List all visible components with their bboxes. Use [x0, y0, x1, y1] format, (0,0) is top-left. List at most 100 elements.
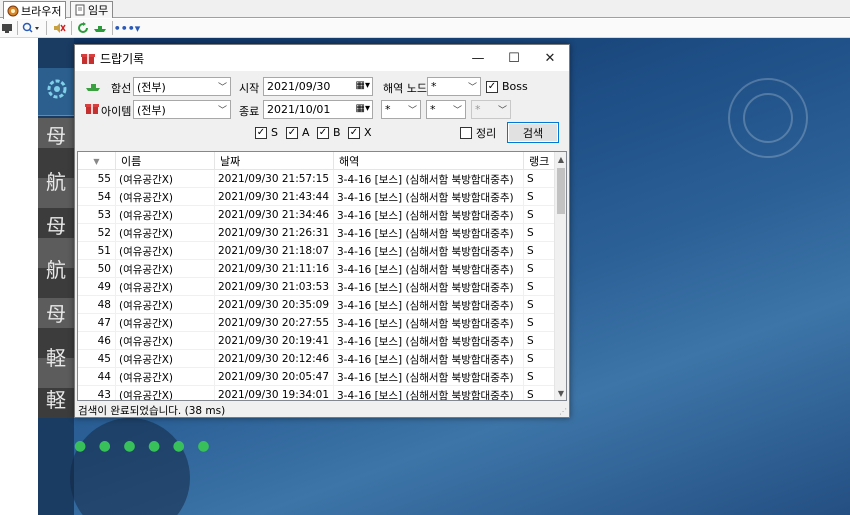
table-row[interactable]: 44 (여유공간X) 2021/09/30 20:05:47 3-4-16 [보스] … [78, 368, 555, 386]
checkbox-box: ✓ [317, 126, 329, 139]
vertical-scrollbar[interactable]: ▲ ▼ [554, 152, 566, 400]
area-node-select: * ﹀ [471, 100, 511, 119]
rank-a-checkbox[interactable]: ✓ A [286, 126, 310, 139]
table-row[interactable]: 50 (여유공간X) 2021/09/30 21:11:16 3-4-16 [보스] … [78, 260, 555, 278]
kanji-label: 軽 [46, 388, 66, 412]
table-row[interactable]: 48 (여유공간X) 2021/09/30 20:35:09 3-4-16 [보스] … [78, 296, 555, 314]
table-row[interactable]: 45 (여유공간X) 2021/09/30 20:12:46 3-4-16 [보스] … [78, 350, 555, 368]
rank-b-checkbox[interactable]: ✓ B [317, 126, 341, 139]
zoom-icon[interactable] [21, 20, 43, 36]
resize-grip-icon[interactable]: ⋰ [559, 407, 567, 416]
cell-name: (여유공간X) [116, 368, 215, 386]
scroll-up-icon[interactable]: ▲ [555, 152, 566, 166]
rank-a-label: A [302, 126, 310, 139]
browser-icon [7, 5, 19, 17]
boss-label: Boss [502, 80, 528, 93]
area-world-select[interactable]: * ﹀ [381, 100, 421, 119]
toolbar: •••▾ [0, 19, 850, 38]
ship-select[interactable]: (전부) ﹀ [133, 77, 231, 96]
arrange-label: 정리 [476, 127, 497, 140]
column-header-rank[interactable]: 랭크 [524, 152, 555, 170]
screen-icon[interactable] [0, 20, 14, 36]
table-row[interactable]: 55 (여유공간X) 2021/09/30 21:57:15 3-4-16 [보스] … [78, 170, 555, 188]
area-world-value: * [385, 103, 391, 116]
node-select[interactable]: * ﹀ [427, 77, 481, 96]
maximize-button[interactable]: ☐ [497, 45, 531, 71]
table-row[interactable]: 53 (여유공간X) 2021/09/30 21:34:46 3-4-16 [보스] … [78, 206, 555, 224]
ship-label: 함선 [111, 82, 132, 95]
table-row[interactable]: 46 (여유공간X) 2021/09/30 20:19:41 3-4-16 [보스] … [78, 332, 555, 350]
boss-checkbox[interactable]: ✓ Boss [486, 80, 528, 93]
area-map-value: * [430, 103, 436, 116]
cell-area: 3-4-16 [보스] (심해서함 북방함대중추) [334, 278, 524, 296]
item-select-value: (전부) [137, 103, 166, 117]
chevron-down-icon: ﹀ [467, 83, 477, 93]
column-header-name[interactable]: 이름 [116, 152, 215, 170]
table-row[interactable]: 52 (여유공간X) 2021/09/30 21:26:31 3-4-16 [보스] … [78, 224, 555, 242]
cell-area: 3-4-16 [보스] (심해서함 북방함대중추) [334, 260, 524, 278]
end-date-picker[interactable]: 2021/10/01 ▦▾ [263, 100, 373, 119]
cell-rank: S [524, 278, 555, 296]
toolbar-separator [71, 21, 72, 35]
column-header-area[interactable]: 해역 [334, 152, 524, 170]
minimize-button[interactable]: — [461, 45, 495, 71]
fleet-kanji-column: 母 航 母 航 母 軽 軽 [38, 118, 74, 418]
table-row[interactable]: 43 (여유공간X) 2021/09/30 19:34:01 3-4-16 [보스] … [78, 386, 555, 400]
progress-dots: ● ● ● ● ● ● [74, 438, 214, 454]
toolbar-separator [17, 21, 18, 35]
cell-area: 3-4-16 [보스] (심해서함 북방함대중추) [334, 242, 524, 260]
cell-area: 3-4-16 [보스] (심해서함 북방함대중추) [334, 188, 524, 206]
cell-rank: S [524, 206, 555, 224]
chevron-down-icon: ﹀ [217, 83, 227, 93]
cell-number: 54 [78, 188, 116, 206]
rank-b-label: B [333, 126, 341, 139]
cell-date: 2021/09/30 20:19:41 [215, 332, 334, 350]
table-row[interactable]: 54 (여유공간X) 2021/09/30 21:43:44 3-4-16 [보스] … [78, 188, 555, 206]
cell-date: 2021/09/30 21:03:53 [215, 278, 334, 296]
close-button[interactable]: ✕ [533, 45, 567, 71]
table-row[interactable]: 49 (여유공간X) 2021/09/30 21:03:53 3-4-16 [보스] … [78, 278, 555, 296]
cell-area: 3-4-16 [보스] (심해서함 북방함대중추) [334, 368, 524, 386]
item-select[interactable]: (전부) ﹀ [133, 100, 231, 119]
cell-area: 3-4-16 [보스] (심해서함 북방함대중추) [334, 206, 524, 224]
drop-record-dialog: 드랍기록 — ☐ ✕ 함선 (전부) ﹀ 시작 2021/09/30 ▦▾ 해역… [74, 44, 570, 418]
rank-s-checkbox[interactable]: ✓ S [255, 126, 278, 139]
calendar-icon[interactable]: ▦▾ [356, 80, 370, 91]
cell-date: 2021/09/30 19:34:01 [215, 386, 334, 400]
chevron-down-icon: ﹀ [452, 106, 462, 116]
area-map-select[interactable]: * ﹀ [426, 100, 466, 119]
search-button[interactable]: 검색 [507, 122, 559, 143]
checkbox-box: ✓ [286, 126, 298, 139]
cell-number: 44 [78, 368, 116, 386]
cell-number: 53 [78, 206, 116, 224]
tab-browser[interactable]: 브라우저 [3, 1, 67, 19]
more-icon[interactable]: •••▾ [114, 20, 141, 36]
gear-banner[interactable] [38, 68, 74, 116]
dialog-titlebar[interactable]: 드랍기록 — ☐ ✕ [75, 45, 569, 71]
table-row[interactable]: 47 (여유공간X) 2021/09/30 20:27:55 3-4-16 [보스] … [78, 314, 555, 332]
column-header-number[interactable]: ▼ [78, 152, 116, 170]
end-date-value: 2021/10/01 [267, 103, 331, 116]
scroll-thumb[interactable] [557, 168, 565, 214]
cell-number: 47 [78, 314, 116, 332]
mute-icon[interactable] [50, 20, 68, 36]
rank-x-label: X [364, 126, 372, 139]
arrange-checkbox[interactable]: 정리 [460, 125, 496, 141]
tab-quest[interactable]: 임무 [70, 1, 114, 18]
cell-area: 3-4-16 [보스] (심해서함 북방함대중추) [334, 386, 524, 400]
refresh-icon[interactable] [75, 20, 91, 36]
cell-number: 48 [78, 296, 116, 314]
scroll-down-icon[interactable]: ▼ [555, 386, 566, 400]
cell-number: 50 [78, 260, 116, 278]
rank-x-checkbox[interactable]: ✓ X [348, 126, 372, 139]
drop-record-grid[interactable]: ▼ 이름 날짜 해역 랭크 55 (여유공간X) 2021/09/30 21:57:… [77, 151, 567, 401]
table-row[interactable]: 51 (여유공간X) 2021/09/30 21:18:07 3-4-16 [보스] … [78, 242, 555, 260]
column-header-date[interactable]: 날짜 [215, 152, 334, 170]
ship-icon[interactable] [91, 20, 109, 36]
cell-name: (여유공간X) [116, 224, 215, 242]
calendar-icon[interactable]: ▦▾ [356, 103, 370, 114]
cell-date: 2021/09/30 20:12:46 [215, 350, 334, 368]
cell-rank: S [524, 296, 555, 314]
cell-number: 45 [78, 350, 116, 368]
start-date-picker[interactable]: 2021/09/30 ▦▾ [263, 77, 373, 96]
